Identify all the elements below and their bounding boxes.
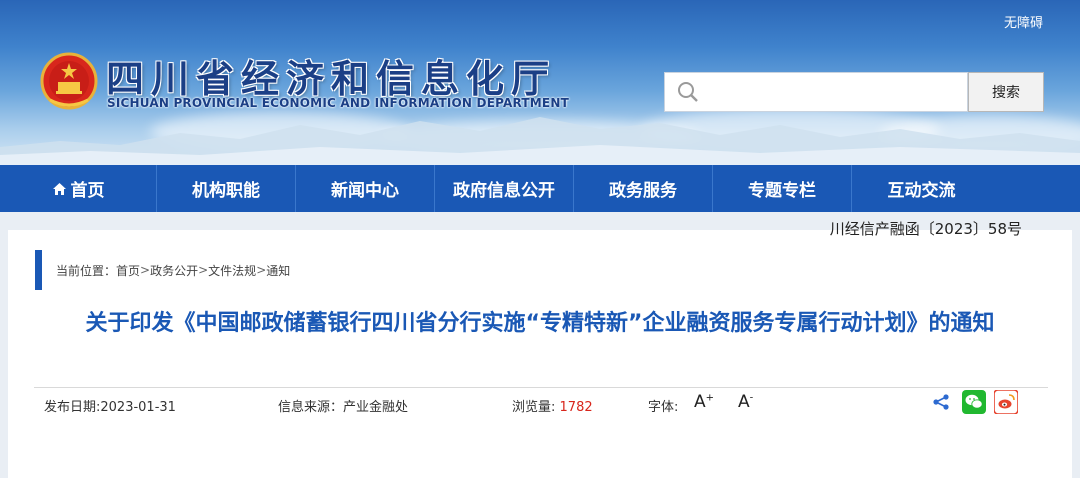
document-number: 川经信产融函〔2023〕58号 [829, 220, 1022, 238]
info-source: 信息来源：产业金融处 [278, 400, 409, 415]
search-box [664, 72, 968, 112]
nav-item-gov-services[interactable]: 政务服务 [574, 165, 713, 212]
view-count-number: 1782 [559, 400, 593, 415]
breadcrumb-home[interactable]: 首页 [116, 262, 140, 279]
nav-item-label: 政府信息公开 [453, 181, 555, 201]
breadcrumb-documents[interactable]: 文件法规 [208, 262, 256, 279]
search-button[interactable]: 搜索 [968, 72, 1044, 112]
national-emblem-icon [40, 52, 98, 110]
nav-item-label: 机构职能 [192, 181, 260, 201]
breadcrumb: 当前位置： 首页 > 政务公开 > 文件法规 > 通知 [35, 250, 290, 290]
wechat-icon[interactable] [962, 390, 986, 414]
article-meta-bar: 发布日期:2023-01-31 信息来源：产业金融处 浏览量: 1782 字体:… [34, 387, 1048, 415]
accessibility-link[interactable]: 无障碍 [1004, 12, 1043, 31]
font-decrease-sign: - [749, 392, 754, 404]
nav-item-interaction[interactable]: 互动交流 [852, 165, 991, 212]
breadcrumb-gov-public[interactable]: 政务公开 [150, 262, 198, 279]
nav-item-label: 首页 [70, 181, 105, 201]
site-title-english: SICHUAN PROVINCIAL ECONOMIC AND INFORMAT… [107, 96, 569, 110]
main-nav: 首页 机构职能 新闻中心 政府信息公开 政务服务 专题专栏 互动交流 [0, 165, 1080, 212]
nav-item-label: 新闻中心 [331, 181, 399, 201]
font-increase-button[interactable]: A+ [694, 392, 714, 412]
font-increase-sign: + [705, 392, 715, 404]
font-decrease-letter: A [738, 392, 750, 412]
search-icon [678, 82, 698, 102]
font-decrease-button[interactable]: A- [738, 392, 753, 412]
article-title: 关于印发《中国邮政储蓄银行四川省分行实施“专精特新”企业融资服务专属行动计划》的… [85, 311, 995, 336]
nav-item-gov-info[interactable]: 政府信息公开 [435, 165, 574, 212]
share-icon[interactable] [932, 393, 950, 411]
breadcrumb-prefix: 当前位置： [56, 263, 117, 278]
article-panel: 当前位置： 首页 > 政务公开 > 文件法规 > 通知 关于印发《中国邮政储蓄银… [8, 230, 1072, 478]
breadcrumb-separator: > [198, 263, 209, 277]
breadcrumb-separator: > [140, 263, 151, 277]
nav-item-label: 专题专栏 [748, 181, 816, 201]
site-title: 四川省经济和信息化厅 [106, 57, 557, 101]
breadcrumb-separator: > [256, 263, 267, 277]
publish-date: 发布日期:2023-01-31 [44, 400, 176, 415]
nav-item-home[interactable]: 首页 [0, 165, 157, 212]
search-input[interactable] [699, 74, 967, 110]
nav-item-label: 政务服务 [609, 181, 677, 201]
nav-item-news[interactable]: 新闻中心 [296, 165, 435, 212]
font-increase-letter: A [694, 392, 706, 412]
home-icon [52, 182, 67, 196]
font-size-label: 字体: [648, 400, 679, 415]
weibo-icon[interactable] [994, 390, 1018, 414]
header-banner: 无障碍 四川省经济和信息化厅 SICHUAN PROVINCIAL ECONOM… [0, 0, 1080, 165]
nav-item-organization[interactable]: 机构职能 [157, 165, 296, 212]
nav-item-topics[interactable]: 专题专栏 [713, 165, 852, 212]
view-count: 浏览量: 1782 [512, 396, 593, 415]
nav-item-label: 互动交流 [887, 181, 956, 201]
breadcrumb-notice[interactable]: 通知 [266, 262, 290, 279]
view-count-label: 浏览量: [512, 400, 556, 415]
